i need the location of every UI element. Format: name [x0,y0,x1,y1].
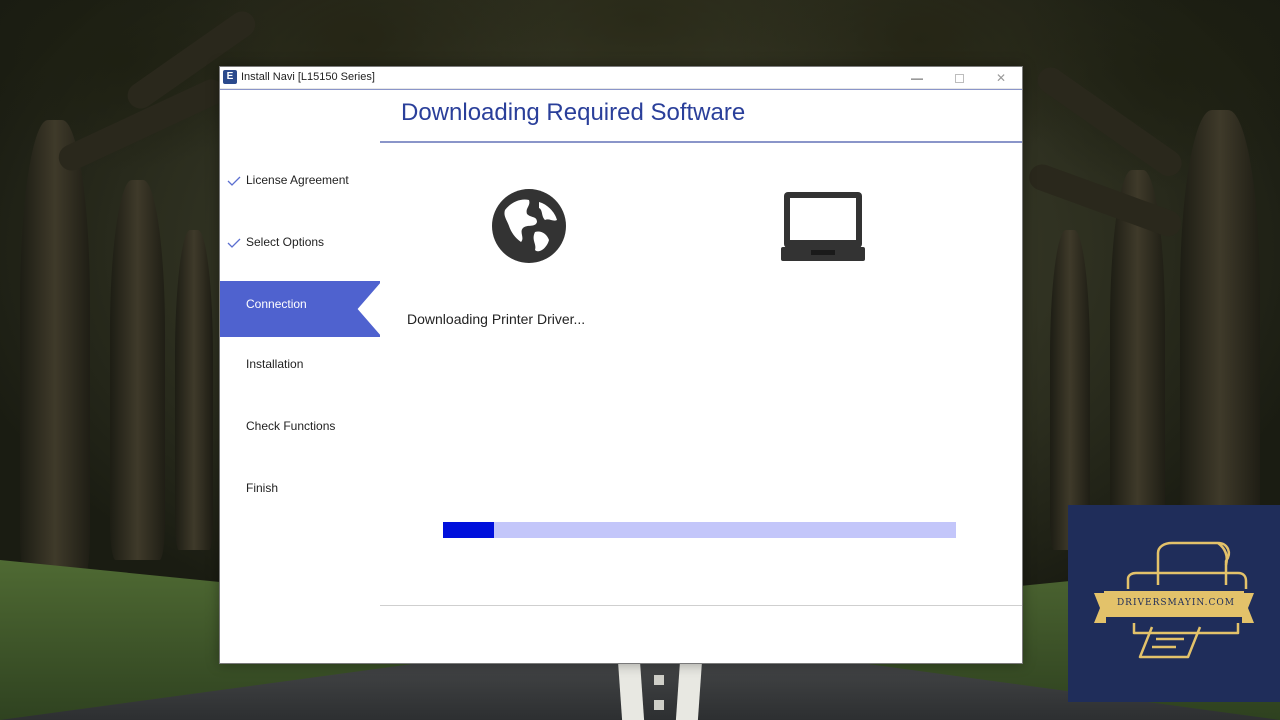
step-finish: Finish [220,473,380,529]
status-message: Downloading Printer Driver... [407,311,586,327]
road-line [617,660,645,720]
step-label: Installation [246,357,304,371]
step-label: Select Options [246,235,325,249]
tree-trunk [110,180,165,560]
road-dash [654,700,664,710]
footer-divider [380,605,1022,606]
watermark-badge: DRIVERSMAYIN.COM [1068,505,1280,702]
road-line [675,660,703,720]
watermark-text: DRIVERSMAYIN.COM [1116,598,1236,608]
installer-window: E Install Navi [L15150 Series] — ✕ Downl… [219,66,1023,664]
laptop-icon [781,192,865,261]
step-installation: Installation [220,349,380,405]
header-divider [380,141,1022,143]
title-bar[interactable]: E Install Navi [L15150 Series] — ✕ [220,67,1022,89]
step-label: License Agreement [246,173,349,187]
maximize-icon [954,74,964,84]
step-label: Check Functions [246,419,336,433]
checkmark-icon [227,176,241,186]
tree-trunk [1180,110,1260,570]
progress-bar [443,522,956,538]
step-label: Connection [246,297,307,311]
step-license-agreement: License Agreement [220,165,380,221]
minimize-button[interactable]: — [896,67,938,89]
maximize-button[interactable] [938,67,980,89]
close-button[interactable]: ✕ [980,67,1022,89]
step-label: Finish [246,481,279,495]
globe-icon [492,189,566,263]
tree-trunk [175,230,213,550]
app-icon: E [223,70,237,84]
title-divider [220,89,1022,90]
progress-fill [443,522,494,538]
tree-trunk [1050,230,1090,550]
road-dash [654,675,664,685]
checkmark-icon [227,238,241,248]
tree-trunk [20,120,90,580]
step-select-options: Select Options [220,227,380,283]
step-connection: Connection [220,281,380,337]
step-check-functions: Check Functions [220,411,380,467]
window-title: Install Navi [L15150 Series] [241,71,375,83]
page-title: Downloading Required Software [401,99,746,126]
